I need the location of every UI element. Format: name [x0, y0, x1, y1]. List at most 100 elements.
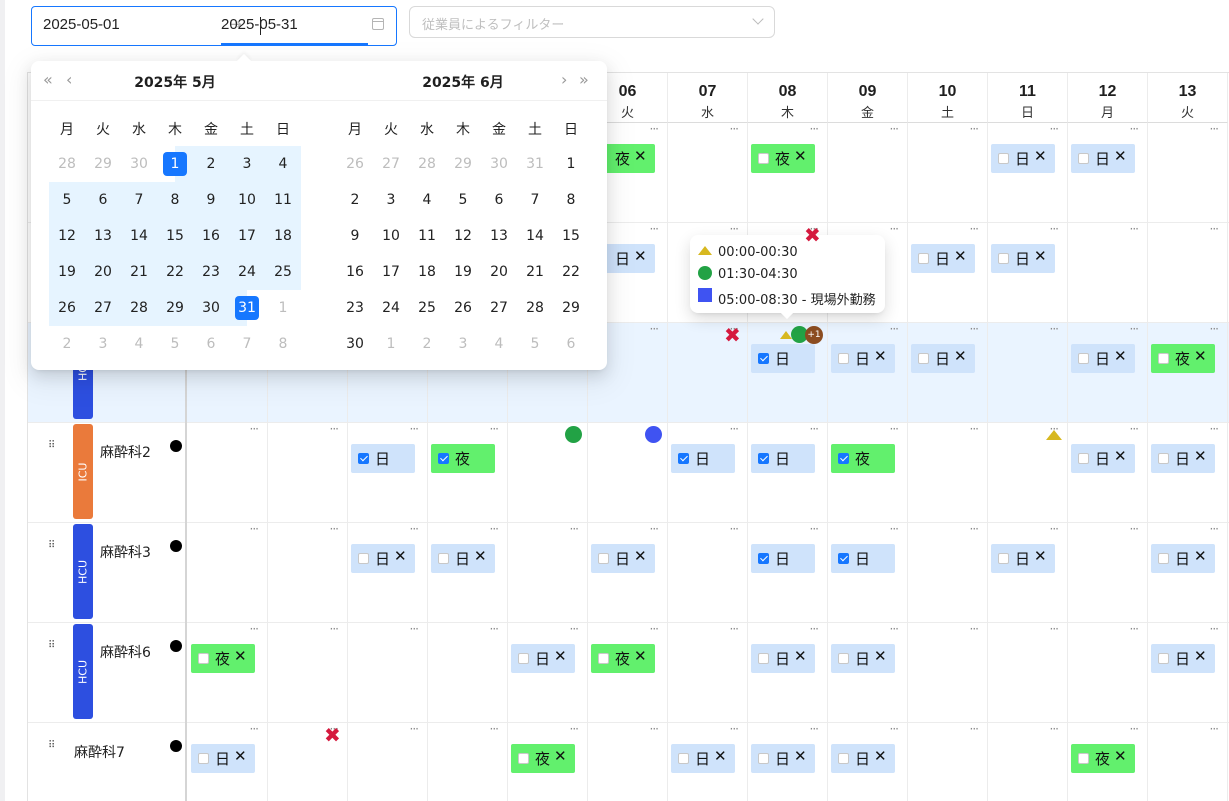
day-shift-chip[interactable]: 日 ✕ [911, 344, 975, 373]
schedule-cell[interactable]: ··· 日 ✕ [428, 523, 508, 623]
schedule-cell[interactable]: ··· 日 ✕ [828, 323, 908, 423]
day-shift-chip[interactable]: 日 ✕ [591, 544, 655, 573]
more-options-icon[interactable]: ··· [490, 423, 500, 435]
shift-checkbox[interactable] [518, 753, 529, 764]
calendar-day[interactable]: 29 [157, 290, 193, 326]
shift-checkbox[interactable] [1158, 553, 1169, 564]
schedule-cell[interactable]: ··· 日 ✕ [988, 523, 1068, 623]
shift-checkbox[interactable] [918, 253, 929, 264]
day-shift-chip[interactable]: 日 ✕ [1071, 344, 1135, 373]
shift-checkbox[interactable] [758, 553, 769, 564]
calendar-day[interactable]: 13 [481, 218, 517, 254]
remove-shift-icon[interactable]: ✕ [1034, 247, 1047, 265]
calendar-day[interactable]: 5 [49, 182, 85, 218]
calendar-day[interactable]: 22 [553, 254, 589, 290]
schedule-cell[interactable]: ··· [1068, 523, 1148, 623]
more-options-icon[interactable]: ··· [1050, 623, 1060, 635]
calendar-day[interactable]: 5 [157, 326, 193, 362]
more-options-icon[interactable]: ··· [1130, 223, 1140, 235]
shift-checkbox[interactable] [678, 453, 689, 464]
more-options-icon[interactable]: ··· [490, 623, 500, 635]
shift-checkbox[interactable] [438, 553, 449, 564]
more-options-icon[interactable]: ··· [890, 323, 900, 335]
more-options-icon[interactable]: ··· [1050, 323, 1060, 335]
day-shift-chip[interactable]: 日 [671, 444, 735, 473]
remove-shift-icon[interactable]: ✕ [474, 547, 487, 565]
calendar-day[interactable]: 12 [445, 218, 481, 254]
more-options-icon[interactable]: ··· [810, 723, 820, 735]
shift-checkbox[interactable] [918, 353, 929, 364]
calendar-day[interactable]: 12 [49, 218, 85, 254]
shift-checkbox[interactable] [998, 253, 1009, 264]
schedule-cell[interactable]: ··· [908, 723, 988, 801]
schedule-cell[interactable]: ··· 日 ✕ [1148, 523, 1228, 623]
shift-checkbox[interactable] [678, 753, 689, 764]
night-shift-chip[interactable]: 夜 [431, 444, 495, 473]
more-options-icon[interactable]: ··· [410, 723, 420, 735]
shift-checkbox[interactable] [358, 453, 369, 464]
shift-checkbox[interactable] [1078, 153, 1089, 164]
schedule-cell[interactable]: ··· [908, 523, 988, 623]
more-options-icon[interactable]: ··· [970, 423, 980, 435]
remove-shift-icon[interactable]: ✕ [1194, 447, 1207, 465]
more-options-icon[interactable]: ··· [970, 223, 980, 235]
calendar-day[interactable]: 20 [481, 254, 517, 290]
schedule-cell[interactable]: ··· 日 ✕ [1148, 423, 1228, 523]
schedule-cell[interactable]: ··· [1068, 623, 1148, 723]
shift-checkbox[interactable] [758, 653, 769, 664]
schedule-cell[interactable]: ··· 夜 ✕ [508, 723, 588, 801]
calendar-day[interactable]: 16 [193, 218, 229, 254]
calendar-month-title[interactable]: 2025年 5月 [31, 72, 319, 92]
calendar-day[interactable]: 4 [265, 146, 301, 182]
calendar-day[interactable]: 30 [121, 146, 157, 182]
calendar-day[interactable]: 23 [193, 254, 229, 290]
more-markers-badge[interactable]: +1 [805, 326, 823, 344]
calendar-day[interactable]: 25 [409, 290, 445, 326]
day-shift-chip[interactable]: 日 ✕ [991, 144, 1055, 173]
day-shift-chip[interactable]: 日 [831, 544, 895, 573]
remove-shift-icon[interactable]: ✕ [794, 747, 807, 765]
day-shift-chip[interactable]: 日 ✕ [1071, 444, 1135, 473]
calendar-day[interactable]: 25 [265, 254, 301, 290]
more-options-icon[interactable]: ··· [1130, 623, 1140, 635]
more-options-icon[interactable]: ··· [810, 523, 820, 535]
calendar-day[interactable]: 15 [553, 218, 589, 254]
calendar-day[interactable]: 15 [157, 218, 193, 254]
schedule-cell[interactable]: ··· 夜 ✕ [748, 123, 828, 223]
schedule-cell[interactable]: ··· 夜 ✕ [188, 623, 268, 723]
shift-checkbox[interactable] [198, 653, 209, 664]
remove-shift-icon[interactable]: ✕ [634, 647, 647, 665]
next-month-icon[interactable]: › [561, 70, 567, 89]
calendar-day[interactable]: 6 [193, 326, 229, 362]
shift-checkbox[interactable] [838, 653, 849, 664]
more-options-icon[interactable]: ··· [1210, 123, 1220, 135]
marker-cluster[interactable]: +1 [780, 326, 826, 344]
more-options-icon[interactable]: ··· [730, 123, 740, 135]
night-shift-chip[interactable]: 夜 ✕ [591, 644, 655, 673]
calendar-day[interactable]: 30 [193, 290, 229, 326]
calendar-day[interactable]: 3 [373, 182, 409, 218]
more-options-icon[interactable]: ··· [650, 323, 660, 335]
day-shift-chip[interactable]: 日 ✕ [911, 244, 975, 273]
shift-checkbox[interactable] [998, 153, 1009, 164]
more-options-icon[interactable]: ··· [730, 523, 740, 535]
schedule-cell[interactable]: ··· 日 [828, 523, 908, 623]
day-shift-chip[interactable]: 日 ✕ [1151, 644, 1215, 673]
calendar-day[interactable]: 6 [481, 182, 517, 218]
day-shift-chip[interactable]: 日 ✕ [1151, 544, 1215, 573]
employee-filter-select[interactable]: 従業員によるフィルター [409, 6, 775, 38]
calendar-day[interactable]: 31 [517, 146, 553, 182]
more-options-icon[interactable]: ··· [570, 723, 580, 735]
more-options-icon[interactable]: ··· [890, 223, 900, 235]
day-shift-chip[interactable]: 日 ✕ [351, 544, 415, 573]
calendar-icon[interactable] [372, 18, 384, 30]
schedule-cell[interactable]: ··· [1148, 223, 1228, 323]
more-options-icon[interactable]: ··· [330, 623, 340, 635]
more-options-icon[interactable]: ··· [1130, 423, 1140, 435]
remove-shift-icon[interactable]: ✕ [714, 747, 727, 765]
more-options-icon[interactable]: ··· [1050, 223, 1060, 235]
calendar-day[interactable]: 5 [445, 182, 481, 218]
schedule-cell[interactable]: ··· [668, 123, 748, 223]
calendar-day[interactable]: 28 [517, 290, 553, 326]
remove-shift-icon[interactable]: ✕ [234, 647, 247, 665]
